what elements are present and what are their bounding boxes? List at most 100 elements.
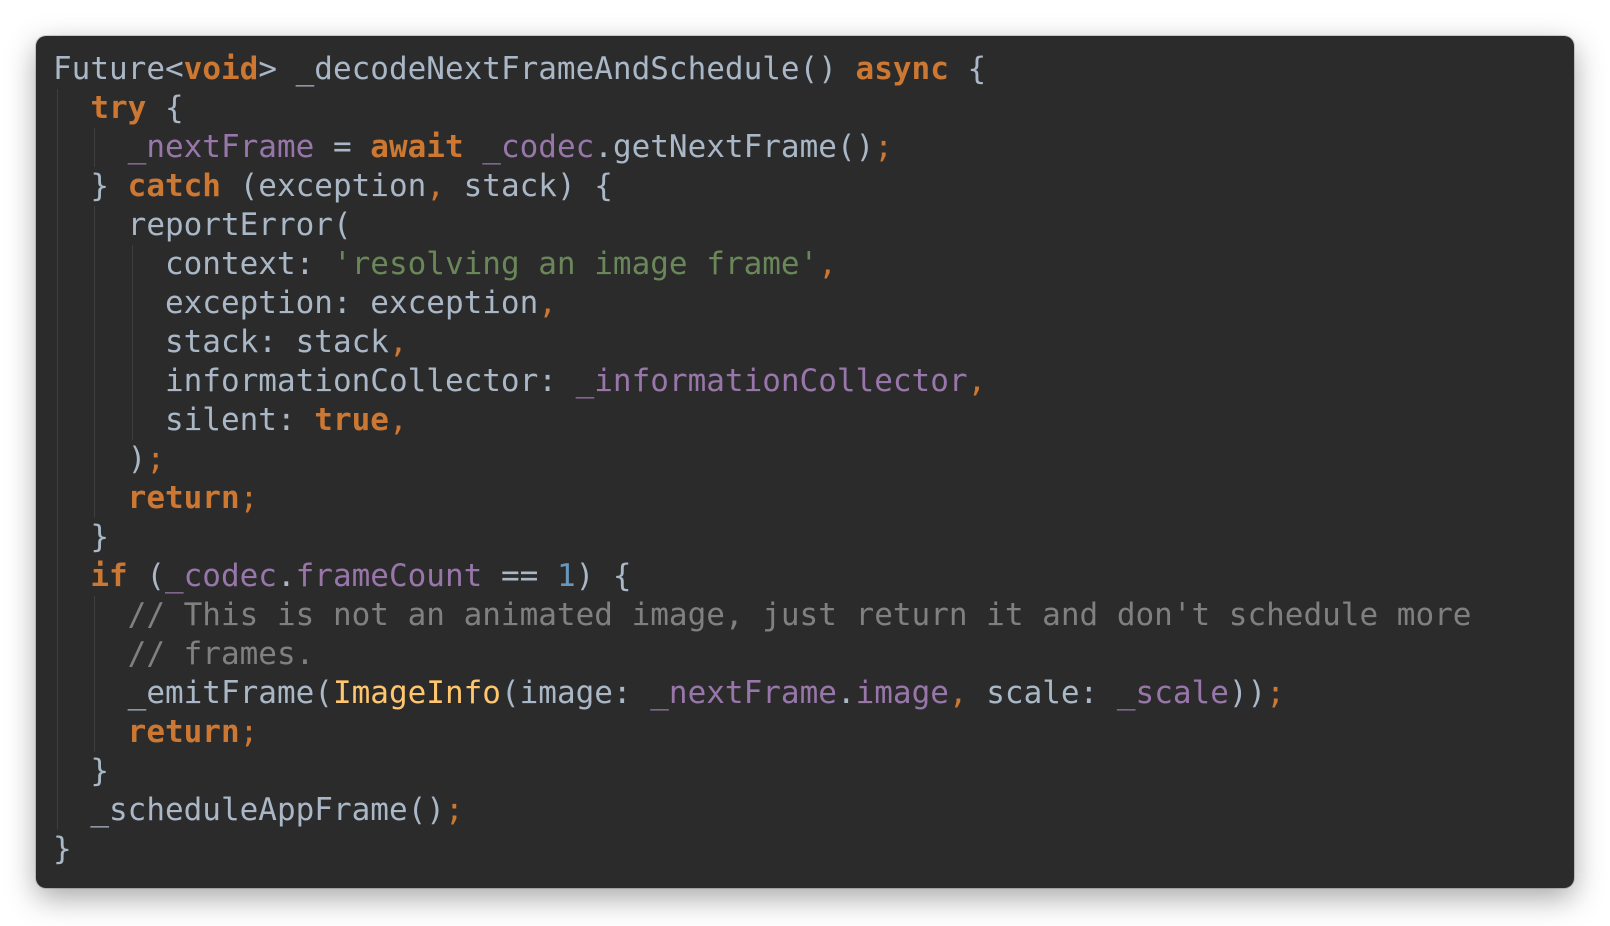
code-token: catch (127, 168, 221, 204)
code-token: = (314, 129, 371, 165)
code-token: frameCount (295, 558, 483, 594)
indent-guide (94, 440, 96, 479)
code-token: 'resolving an image frame' (332, 246, 819, 282)
code-line: silent: true, (53, 401, 1563, 440)
indent-guide (131, 284, 133, 323)
code-line: stack: stack, (53, 323, 1563, 362)
code-editor-window: Future<void> _decodeNextFrameAndSchedule… (36, 36, 1574, 888)
code-token: ( (127, 558, 165, 594)
code-line: informationCollector: _informationCollec… (53, 362, 1563, 401)
code-line: exception: exception, (53, 284, 1563, 323)
code-token: , (967, 363, 987, 399)
code-line: try { (53, 89, 1563, 128)
indent-guide (94, 713, 96, 752)
code-line: } (53, 518, 1563, 557)
code-block[interactable]: Future<void> _decodeNextFrameAndSchedule… (53, 50, 1563, 869)
code-token: Future< (53, 51, 184, 87)
indent-guide (57, 245, 58, 284)
code-token: try (90, 90, 147, 126)
code-token: ; (239, 714, 259, 750)
indent-guide (57, 284, 58, 323)
code-token: , (426, 168, 445, 204)
indent-guide (57, 440, 58, 479)
code-line: return; (53, 713, 1563, 752)
indent-guide (94, 206, 96, 245)
code-token: ) (127, 441, 147, 477)
code-token: )) (1228, 675, 1267, 711)
indent-guide (57, 401, 58, 440)
code-token: , (818, 246, 837, 282)
code-token: { (146, 90, 184, 126)
indent-guide (57, 752, 58, 791)
indent-guide (57, 791, 58, 830)
code-line: context: 'resolving an image frame', (53, 245, 1563, 284)
code-token: exception: exception (164, 285, 539, 321)
code-line: return; (53, 479, 1563, 518)
code-line: // This is not an animated image, just r… (53, 596, 1563, 635)
indent-guide (131, 245, 133, 284)
code-line: ); (53, 440, 1563, 479)
code-token: (image: (500, 675, 651, 711)
indent-guide (57, 596, 58, 635)
code-line: // frames. (53, 635, 1563, 674)
code-token: silent: (164, 402, 315, 438)
code-token: ) { (575, 558, 632, 594)
code-token: ; (146, 441, 165, 477)
indent-guide (131, 362, 133, 401)
indent-guide (57, 518, 58, 557)
code-token: true (314, 402, 389, 438)
code-token: , (388, 402, 408, 438)
indent-guide (57, 713, 58, 752)
indent-guide (57, 323, 58, 362)
code-token: ImageInfo (332, 675, 501, 711)
indent-guide (94, 596, 96, 635)
code-token: (exception (220, 168, 427, 204)
code-token: } (90, 753, 109, 789)
code-line: reportError( (53, 206, 1563, 245)
code-token: scale: (967, 675, 1117, 711)
code-token: stack) { (444, 168, 613, 204)
code-token: ; (444, 792, 464, 828)
code-token: async (855, 51, 949, 87)
indent-guide (94, 635, 96, 674)
code-token: await (370, 129, 464, 165)
code-token: _informationCollector (575, 363, 968, 399)
code-token: _scale (1116, 675, 1229, 711)
code-token: if (90, 558, 128, 594)
code-line: } (53, 830, 1563, 869)
code-token: { (948, 51, 987, 87)
indent-guide (94, 128, 96, 167)
code-token: , (538, 285, 557, 321)
indent-guide (57, 479, 58, 518)
indent-guide (94, 323, 96, 362)
indent-guide (57, 89, 58, 128)
code-line: _scheduleAppFrame(); (53, 791, 1563, 830)
code-token: ; (1266, 675, 1285, 711)
indent-guide (57, 557, 58, 596)
code-token: , (948, 675, 968, 711)
code-token: _codec (482, 129, 595, 165)
code-token: context: (164, 246, 333, 282)
code-token: _codec (164, 558, 277, 594)
indent-guide (57, 128, 58, 167)
code-token: return (127, 714, 240, 750)
code-line: } catch (exception, stack) { (53, 167, 1563, 206)
code-token: ; (874, 129, 893, 165)
code-token: void (183, 51, 259, 87)
indent-guide (94, 362, 96, 401)
code-line: Future<void> _decodeNextFrameAndSchedule… (53, 50, 1563, 89)
